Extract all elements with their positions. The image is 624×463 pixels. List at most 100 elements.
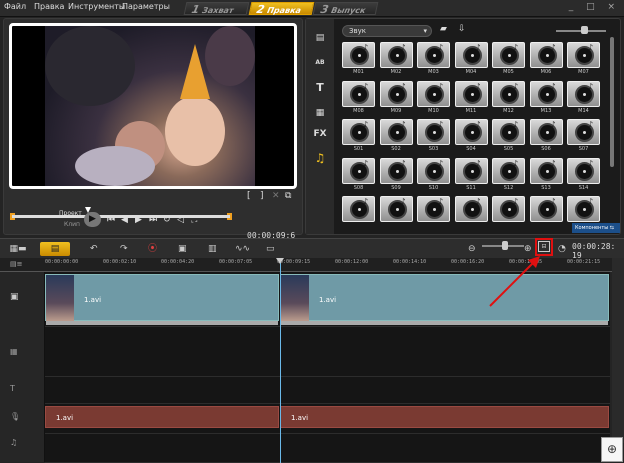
import-icon[interactable]: ⇩ — [458, 24, 466, 34]
audio-clip-thumbnail[interactable]: ♪ S10 — [417, 157, 450, 192]
menu-tools[interactable]: Инструменты — [68, 2, 125, 11]
playhead[interactable] — [280, 258, 281, 463]
menu-file[interactable]: Файл — [4, 2, 26, 11]
timeline-scrollbar[interactable] — [612, 258, 624, 443]
track-manager-icon[interactable]: ▤≡ — [10, 260, 22, 268]
redo-icon[interactable]: ↷ — [120, 242, 128, 256]
audio-icon[interactable]: ♫ — [311, 151, 329, 165]
category-dropdown[interactable]: Звук ▾ — [342, 25, 432, 37]
audio-clip-thumbnail[interactable]: ♪ M04 — [454, 42, 488, 76]
prev-frame-icon[interactable]: ◀ — [121, 215, 128, 225]
title-track-icon[interactable]: T — [10, 384, 15, 393]
fullscreen-icon[interactable]: ⛶ — [191, 215, 197, 225]
audio-clip-thumbnail[interactable]: ♪ S02 — [379, 119, 413, 153]
audio-clip-thumbnail[interactable]: ♪ S06 — [529, 119, 563, 153]
audio-clip-thumbnail[interactable]: ♪ M07 — [567, 42, 600, 76]
transition-icon[interactable]: AB — [311, 56, 329, 70]
storyboard-view-button[interactable]: ▦▬ — [4, 242, 32, 256]
audio-clip-thumbnail[interactable]: ♪ M10 — [417, 80, 450, 115]
video-clip[interactable]: 1.avi — [280, 274, 609, 325]
audio-clip-thumbnail[interactable]: ♪ — [454, 196, 488, 230]
music-note-icon: ♪ — [475, 197, 481, 206]
audio-clip-thumbnail[interactable]: ♪ S14 — [567, 157, 600, 192]
audio-clip-thumbnail[interactable]: ♪ S12 — [492, 157, 525, 192]
cut-icon[interactable]: ✕ — [272, 191, 280, 201]
go-end-icon[interactable]: ⏭ — [149, 215, 157, 225]
video-clip[interactable]: 1.avi — [45, 274, 279, 325]
repeat-icon[interactable]: ↻ — [163, 215, 171, 225]
project-mode-label[interactable]: Проект — [59, 210, 82, 217]
audio-clip-thumbnail[interactable]: ♪ M01 — [342, 42, 375, 76]
go-start-icon[interactable]: ⏮ — [107, 215, 115, 225]
thumbnail-label: S03 — [428, 146, 439, 152]
audio-clip-thumbnail[interactable]: ♪ — [342, 196, 375, 230]
magnify-icon[interactable]: ⊕ — [601, 437, 623, 462]
menu-edit[interactable]: Правка — [34, 2, 64, 11]
audio-clip-thumbnail[interactable]: ♪ M11 — [454, 80, 488, 115]
audio-clip-thumbnail[interactable]: ♪ S05 — [492, 119, 525, 153]
audio-clip-thumbnail[interactable]: ♪ S13 — [529, 157, 563, 192]
music-note-icon: ♪ — [438, 43, 444, 52]
media-icon[interactable]: ▤ — [311, 31, 329, 45]
audio-clip-thumbnail[interactable]: ♪ — [417, 196, 450, 230]
audio-clip-thumbnail[interactable]: ♪ — [492, 196, 525, 230]
mix-icon[interactable]: ▣ — [178, 242, 187, 256]
audio-clip-thumbnail[interactable]: ♪ M03 — [417, 42, 450, 76]
components-button[interactable]: Компоненты ⇆ — [572, 223, 620, 233]
record-capture-icon[interactable]: ⦿ — [148, 242, 157, 256]
audio-clip-thumbnail[interactable]: ♪ S09 — [379, 157, 413, 192]
audio-clip-thumbnail[interactable]: ♪ S08 — [342, 157, 375, 192]
voice-track[interactable]: 1.avi 1.avi — [45, 404, 610, 434]
audio-clip[interactable]: 1.avi — [280, 406, 609, 428]
audio-clip-thumbnail[interactable]: ♪ M13 — [529, 80, 563, 115]
audio-clip-thumbnail[interactable]: ♪ — [379, 196, 413, 230]
menu-settings[interactable]: Параметры — [122, 2, 170, 11]
music-track-icon[interactable]: ♫ — [10, 438, 17, 447]
title-track[interactable] — [45, 377, 610, 404]
timeline-view-button[interactable]: ▤ — [40, 242, 70, 256]
undo-icon[interactable]: ↶ — [90, 242, 98, 256]
export-icon[interactable]: ▭ — [266, 242, 275, 256]
mark-out-button[interactable]: ] — [260, 191, 264, 201]
audio-clip-thumbnail[interactable]: ♪ M12 — [492, 80, 525, 115]
copy-icon[interactable]: ⧉ — [285, 191, 291, 201]
volume-icon[interactable]: ◁ — [177, 215, 184, 225]
audio-clip-thumbnail[interactable]: ♪ S07 — [567, 119, 600, 153]
clip-mode-label[interactable]: Клип — [64, 221, 80, 228]
graphics-icon[interactable]: ▦ — [311, 106, 329, 120]
folder-icon[interactable]: ▰ — [440, 24, 447, 34]
fx-icon[interactable]: FX — [311, 127, 329, 141]
step-share-tab[interactable]: 3Выпуск — [312, 2, 379, 16]
audio-clip-thumbnail[interactable]: ♪ M02 — [379, 42, 413, 76]
audio-clip-thumbnail[interactable]: ♪ S11 — [454, 157, 488, 192]
voice-track-icon[interactable]: 🎙 — [10, 412, 20, 421]
audio-clip-thumbnail[interactable]: ♪ S03 — [417, 119, 450, 153]
step-capture-tab[interactable]: 1Захват — [183, 2, 250, 16]
video-track-icon[interactable]: ▣ — [10, 292, 19, 302]
zoom-out-icon[interactable]: ⊖ — [468, 242, 476, 256]
audio-clip-thumbnail[interactable]: ♪ S01 — [342, 119, 375, 153]
overlay-track[interactable] — [45, 327, 610, 377]
audio-clip-thumbnail[interactable]: ♪ M14 — [567, 80, 600, 115]
window-controls[interactable]: _ □ × — [569, 2, 620, 12]
thumbnail-size-knob[interactable] — [581, 26, 588, 34]
music-track[interactable] — [45, 434, 610, 463]
play-button[interactable]: ▶ — [84, 212, 101, 227]
zoom-slider-knob[interactable] — [502, 241, 508, 250]
library-scrollbar[interactable] — [610, 37, 614, 167]
audio-clip[interactable]: 1.avi — [45, 406, 279, 428]
audio-clip-thumbnail[interactable]: ♪ M05 — [492, 42, 525, 76]
step-edit-tab[interactable]: 2Правка — [248, 2, 315, 16]
audio-clip-thumbnail[interactable]: ♪ M08 — [342, 80, 375, 115]
title-icon[interactable]: T — [311, 81, 329, 95]
audio-clip-thumbnail[interactable]: ♪ M06 — [529, 42, 563, 76]
overlay-track-icon[interactable]: ▦ — [10, 347, 18, 356]
next-frame-icon[interactable]: ▶ — [135, 215, 142, 225]
audio-clip-thumbnail[interactable]: ♪ — [529, 196, 563, 230]
mark-in-button[interactable]: [ — [247, 191, 251, 201]
annotation-arrow — [489, 256, 540, 307]
audio-waveform-icon[interactable]: ∿∿ — [235, 242, 250, 256]
auto-music-icon[interactable]: ▥ — [208, 242, 217, 256]
audio-clip-thumbnail[interactable]: ♪ M09 — [379, 80, 413, 115]
audio-clip-thumbnail[interactable]: ♪ S04 — [454, 119, 488, 153]
